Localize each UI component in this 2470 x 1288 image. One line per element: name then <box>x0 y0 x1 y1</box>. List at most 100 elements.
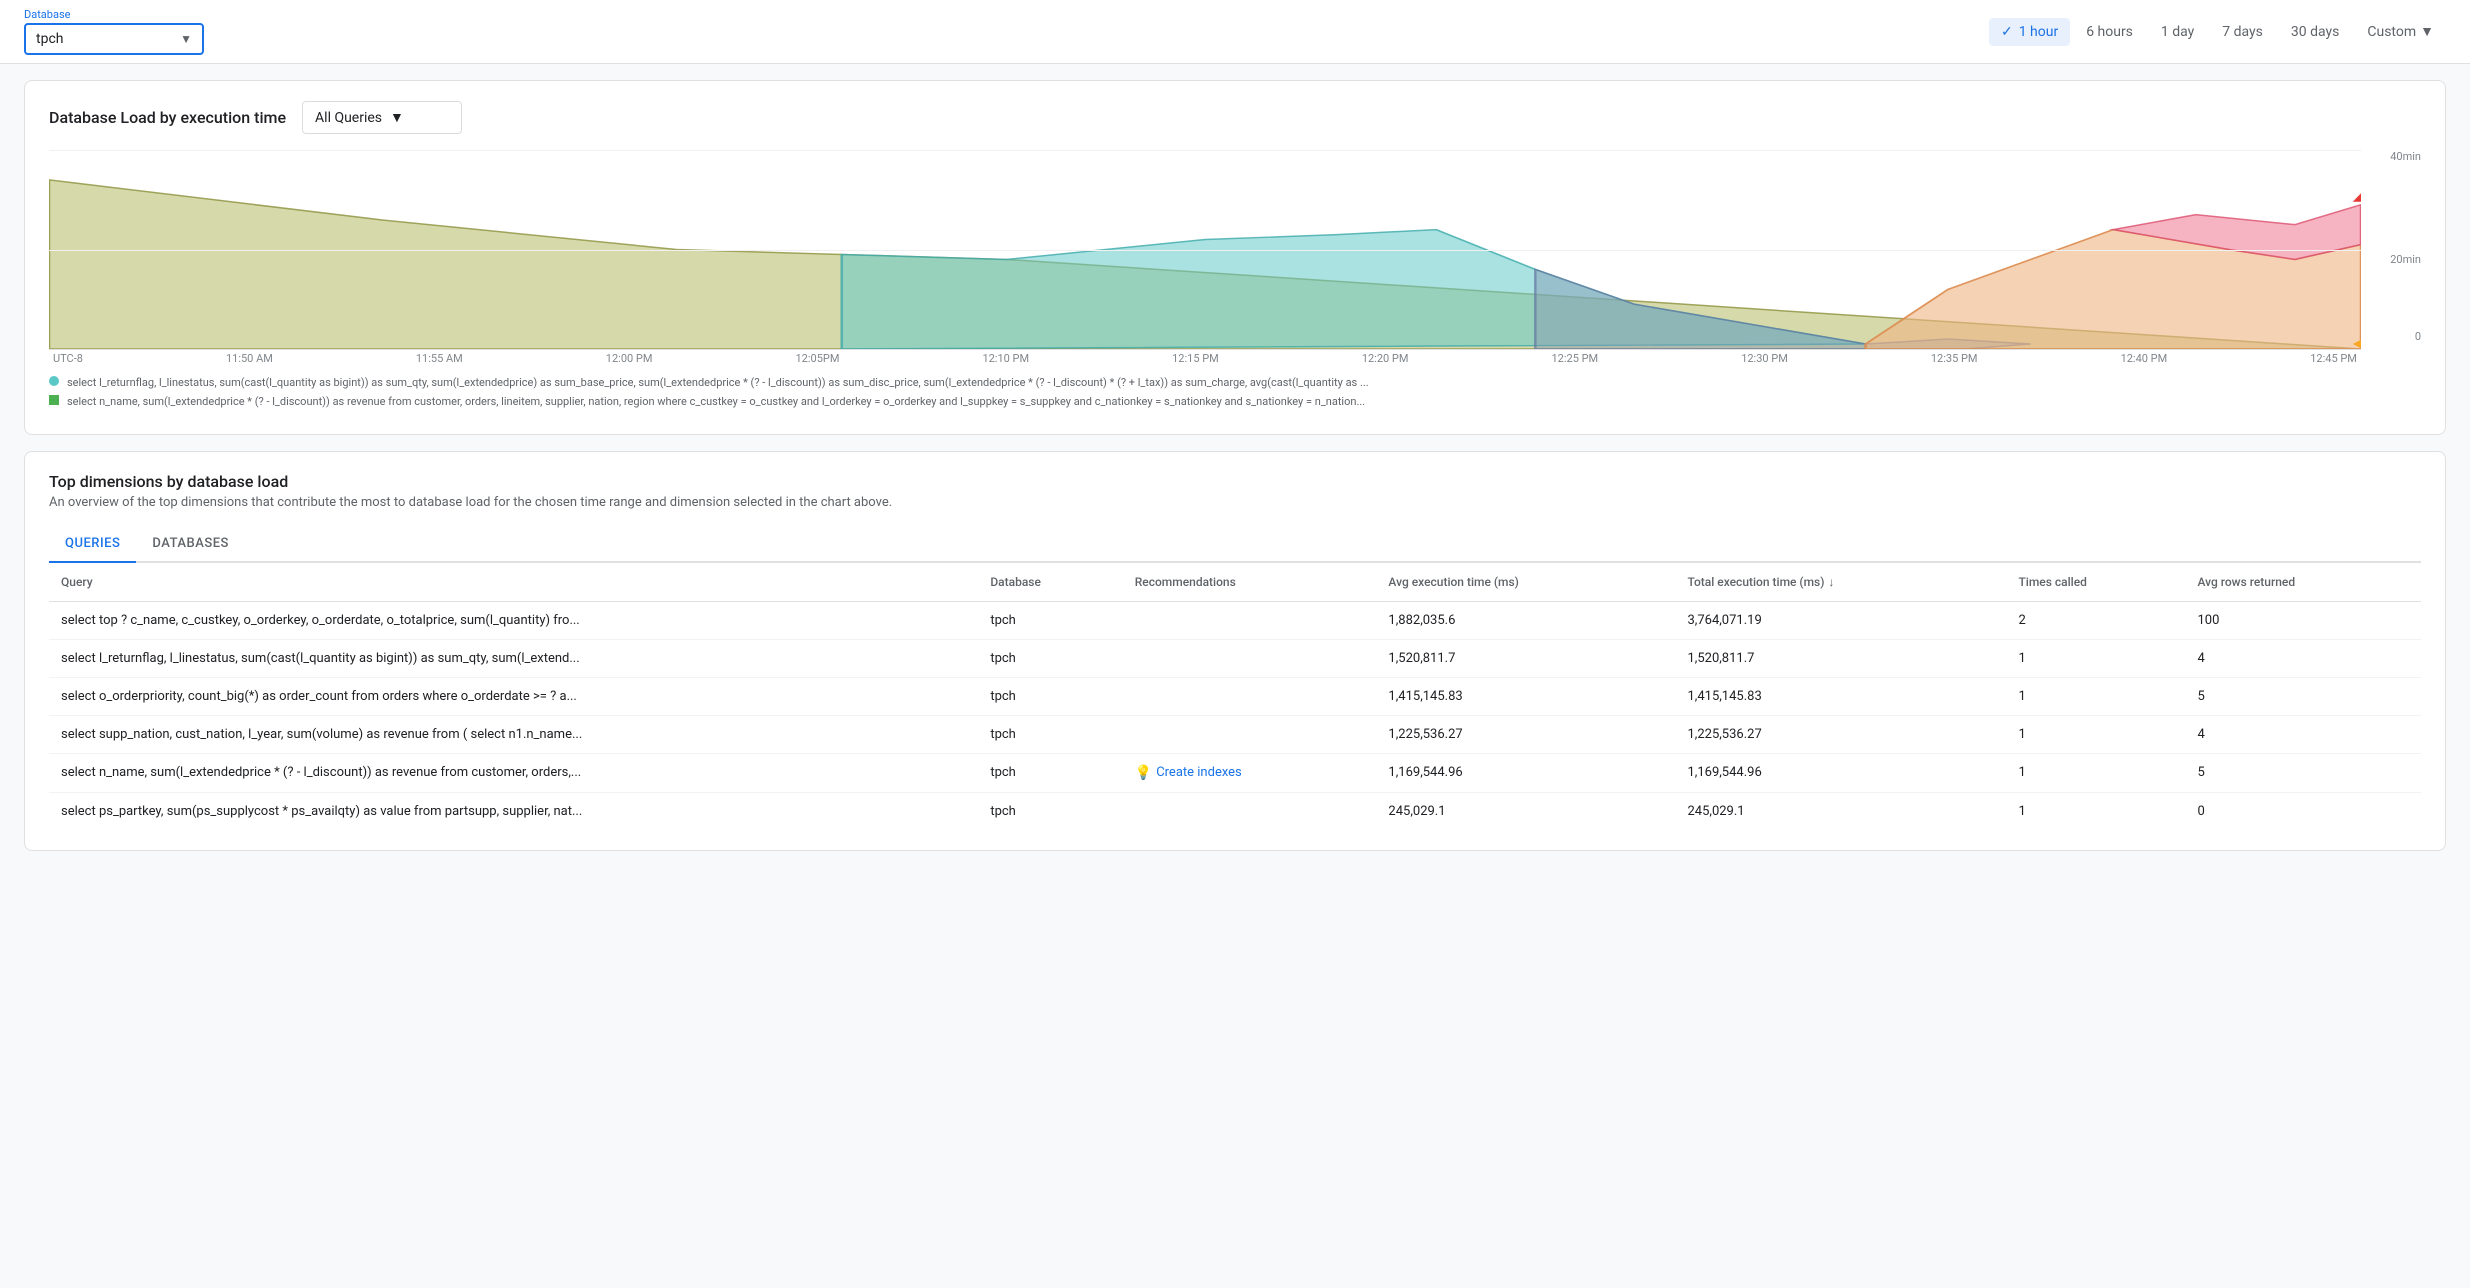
top-bar: Database tpch ▼ ✓ 1 hour 6 hours 1 day 7… <box>0 0 2470 64</box>
time-btn-7days[interactable]: 7 days <box>2210 18 2275 46</box>
cell-times-called: 1 <box>2006 792 2185 830</box>
cell-recommendations: 💡 Create indexes <box>1123 753 1377 792</box>
cell-avg-exec: 1,225,536.27 <box>1376 715 1675 753</box>
bottom-card: Top dimensions by database load An overv… <box>24 451 2446 851</box>
col-recommendations[interactable]: Recommendations <box>1123 563 1377 602</box>
cell-database: tpch <box>978 715 1122 753</box>
x-label: 11:50 AM <box>226 352 273 365</box>
x-label: 12:05PM <box>795 352 839 365</box>
all-queries-dropdown[interactable]: All Queries ▼ <box>302 101 462 134</box>
col-times-called[interactable]: Times called <box>2006 563 2185 602</box>
cell-avg-rows: 4 <box>2185 715 2421 753</box>
cell-query: select ps_partkey, sum(ps_supplycost * p… <box>49 792 978 830</box>
table-row: select top ? c_name, c_custkey, o_orderk… <box>49 601 2421 639</box>
cell-times-called: 1 <box>2006 677 2185 715</box>
cell-times-called: 2 <box>2006 601 2185 639</box>
section-title: Top dimensions by database load <box>49 472 2421 491</box>
chart-title: Database Load by execution time <box>49 108 286 127</box>
cell-avg-exec: 245,029.1 <box>1376 792 1675 830</box>
x-label: 12:10 PM <box>982 352 1029 365</box>
cell-recommendations <box>1123 792 1377 830</box>
legend-square-2 <box>49 395 59 405</box>
col-total-exec[interactable]: Total execution time (ms) ↓ <box>1675 563 2006 602</box>
cell-query: select supp_nation, cust_nation, l_year,… <box>49 715 978 753</box>
cell-avg-exec: 1,415,145.83 <box>1376 677 1675 715</box>
time-btn-6hours[interactable]: 6 hours <box>2074 18 2145 46</box>
cell-total-exec: 3,764,071.19 <box>1675 601 2006 639</box>
table-row: select ps_partkey, sum(ps_supplycost * p… <box>49 792 2421 830</box>
cell-avg-exec: 1,169,544.96 <box>1376 753 1675 792</box>
x-label: 12:25 PM <box>1552 352 1599 365</box>
chevron-down-icon: ▼ <box>390 109 404 126</box>
time-btn-1day[interactable]: 1 day <box>2149 18 2206 46</box>
table-row: select o_orderpriority, count_big(*) as … <box>49 677 2421 715</box>
cell-total-exec: 1,225,536.27 <box>1675 715 2006 753</box>
cell-query: select n_name, sum(l_extendedprice * (? … <box>49 753 978 792</box>
cell-database: tpch <box>978 601 1122 639</box>
cell-total-exec: 245,029.1 <box>1675 792 2006 830</box>
chevron-down-icon: ▼ <box>180 32 192 46</box>
cell-query: select top ? c_name, c_custkey, o_orderk… <box>49 601 978 639</box>
x-label: 12:45 PM <box>2310 352 2357 365</box>
cell-avg-rows: 5 <box>2185 753 2421 792</box>
x-label: 11:55 AM <box>416 352 463 365</box>
tab-databases[interactable]: DATABASES <box>136 526 245 563</box>
x-label: UTC-8 <box>53 352 83 365</box>
cell-recommendations <box>1123 715 1377 753</box>
section-subtitle: An overview of the top dimensions that c… <box>49 495 2421 510</box>
time-btn-30days[interactable]: 30 days <box>2279 18 2351 46</box>
y-label-top: 40min <box>2390 150 2421 163</box>
col-avg-exec[interactable]: Avg execution time (ms) <box>1376 563 1675 602</box>
chart-legend: select l_returnflag, l_linestatus, sum(c… <box>49 375 2421 410</box>
cell-database: tpch <box>978 753 1122 792</box>
cell-database: tpch <box>978 677 1122 715</box>
cell-total-exec: 1,169,544.96 <box>1675 753 2006 792</box>
col-database[interactable]: Database <box>978 563 1122 602</box>
sort-arrow-icon: ↓ <box>1828 575 1834 589</box>
x-label: 12:20 PM <box>1362 352 1409 365</box>
cell-total-exec: 1,520,811.7 <box>1675 639 2006 677</box>
bulb-icon: 💡 <box>1135 765 1152 781</box>
cell-avg-rows: 100 <box>2185 601 2421 639</box>
database-dropdown[interactable]: tpch ▼ <box>24 23 204 55</box>
x-label: 12:00 PM <box>606 352 653 365</box>
legend-item-2: select n_name, sum(l_extendedprice * (? … <box>49 394 2421 409</box>
x-label: 12:40 PM <box>2121 352 2168 365</box>
cell-avg-exec: 1,520,811.7 <box>1376 639 1675 677</box>
main-content: Database Load by execution time All Quer… <box>0 64 2470 883</box>
cell-avg-rows: 4 <box>2185 639 2421 677</box>
tab-queries[interactable]: QUERIES <box>49 526 136 563</box>
col-query[interactable]: Query <box>49 563 978 602</box>
chart-x-labels: UTC-8 11:50 AM 11:55 AM 12:00 PM 12:05PM… <box>49 352 2361 365</box>
db-label: Database <box>24 8 204 21</box>
table-row: select n_name, sum(l_extendedprice * (? … <box>49 753 2421 792</box>
y-label-zero: 0 <box>2415 330 2421 343</box>
database-value: tpch <box>36 31 172 47</box>
time-btn-1hour[interactable]: ✓ 1 hour <box>1989 18 2070 46</box>
x-label: 12:35 PM <box>1931 352 1978 365</box>
cell-avg-rows: 0 <box>2185 792 2421 830</box>
cell-query: select l_returnflag, l_linestatus, sum(c… <box>49 639 978 677</box>
cell-database: tpch <box>978 639 1122 677</box>
x-label: 12:15 PM <box>1172 352 1219 365</box>
cell-total-exec: 1,415,145.83 <box>1675 677 2006 715</box>
chart-card: Database Load by execution time All Quer… <box>24 80 2446 435</box>
legend-text-1: select l_returnflag, l_linestatus, sum(c… <box>67 375 1369 390</box>
col-avg-rows[interactable]: Avg rows returned <box>2185 563 2421 602</box>
cell-recommendations <box>1123 601 1377 639</box>
time-range-bar: ✓ 1 hour 6 hours 1 day 7 days 30 days Cu… <box>1989 17 2446 46</box>
cell-times-called: 1 <box>2006 639 2185 677</box>
tabs: QUERIES DATABASES <box>49 526 2421 563</box>
legend-text-2: select n_name, sum(l_extendedprice * (? … <box>67 394 1365 409</box>
filter-value: All Queries <box>315 110 382 126</box>
table-row: select l_returnflag, l_linestatus, sum(c… <box>49 639 2421 677</box>
cell-query: select o_orderpriority, count_big(*) as … <box>49 677 978 715</box>
check-icon: ✓ <box>2001 24 2013 40</box>
x-label: 12:30 PM <box>1741 352 1788 365</box>
queries-table: Query Database Recommendations Avg execu… <box>49 563 2421 830</box>
cell-times-called: 1 <box>2006 715 2185 753</box>
cell-avg-exec: 1,882,035.6 <box>1376 601 1675 639</box>
create-indexes-link[interactable]: 💡 Create indexes <box>1135 765 1365 781</box>
time-btn-custom[interactable]: Custom ▼ <box>2355 17 2446 46</box>
legend-dot-1 <box>49 376 59 386</box>
